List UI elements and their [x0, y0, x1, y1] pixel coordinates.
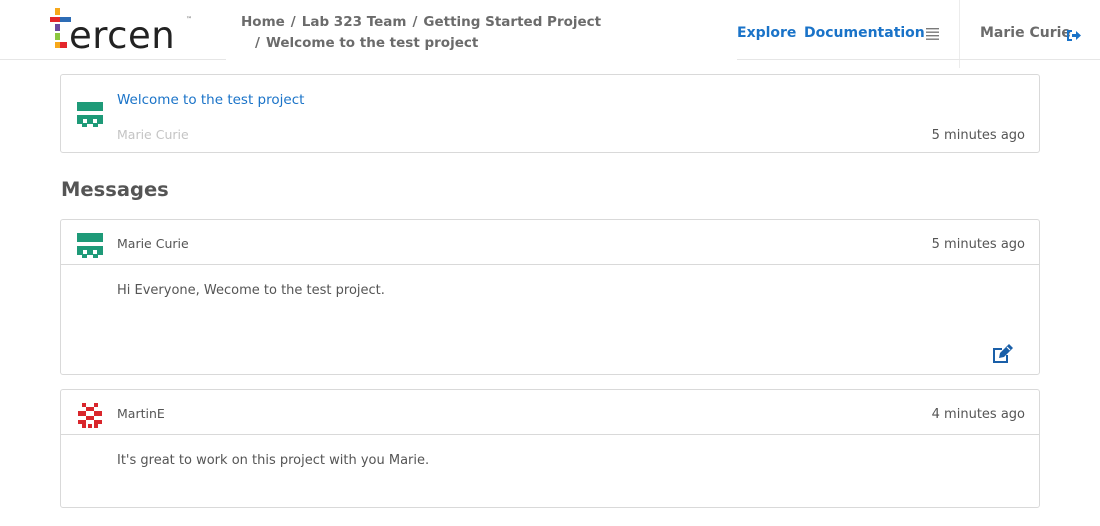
- message-body: Hi Everyone, Wecome to the test project.: [117, 283, 385, 298]
- message-timestamp: 4 minutes ago: [931, 407, 1025, 422]
- logo-text: ercen: [69, 14, 175, 52]
- header-border: [0, 59, 226, 60]
- project-author: Marie Curie: [117, 127, 189, 142]
- message-body: It's great to work on this project with …: [117, 453, 430, 468]
- message-author: MartinE: [117, 406, 165, 421]
- project-card: Welcome to the test project Marie Curie …: [60, 74, 1040, 153]
- breadcrumb-separator: /: [290, 14, 296, 30]
- message-header: Marie Curie 5 minutes ago: [61, 220, 1039, 265]
- project-title-link[interactable]: Welcome to the test project: [117, 92, 304, 108]
- messages-heading: Messages: [61, 178, 169, 201]
- breadcrumb-project[interactable]: Getting Started Project: [423, 14, 601, 30]
- logo-trademark: ™: [186, 16, 192, 23]
- message-author: Marie Curie: [117, 236, 189, 251]
- header-divider: [959, 0, 960, 68]
- breadcrumb-current: Welcome to the test project: [265, 35, 479, 51]
- top-header: ercen ™ Home / Lab 323 Team / Getting Starte…: [0, 0, 1100, 68]
- nav-documentation-link[interactable]: Documentation: [804, 25, 925, 41]
- sign-out-icon[interactable]: [1066, 27, 1081, 41]
- message-header: MartinE 4 minutes ago: [61, 390, 1039, 435]
- message-card: MartinE 4 minutes ago It's great to work…: [60, 389, 1040, 508]
- avatar: [77, 233, 103, 259]
- breadcrumb: Home / Lab 323 Team / Getting Started Projec…: [241, 12, 601, 54]
- edit-pencil-icon[interactable]: [991, 343, 1015, 365]
- breadcrumb-home[interactable]: Home: [241, 14, 285, 30]
- header-border: [737, 59, 1100, 60]
- tercen-logo[interactable]: ercen ™: [50, 8, 200, 52]
- breadcrumb-separator: /: [255, 35, 260, 51]
- breadcrumb-team[interactable]: Lab 323 Team: [302, 14, 407, 30]
- message-timestamp: 5 minutes ago: [931, 237, 1025, 252]
- avatar: [77, 102, 103, 128]
- message-card: Marie Curie 5 minutes ago Hi Everyone, W…: [60, 219, 1040, 375]
- user-menu-name[interactable]: Marie Curie: [980, 25, 1071, 41]
- hamburger-menu-icon[interactable]: [926, 26, 939, 40]
- avatar: [77, 403, 103, 429]
- project-timestamp: 5 minutes ago: [931, 128, 1025, 143]
- breadcrumb-separator: /: [412, 14, 418, 30]
- nav-explore-link[interactable]: Explore: [737, 25, 796, 41]
